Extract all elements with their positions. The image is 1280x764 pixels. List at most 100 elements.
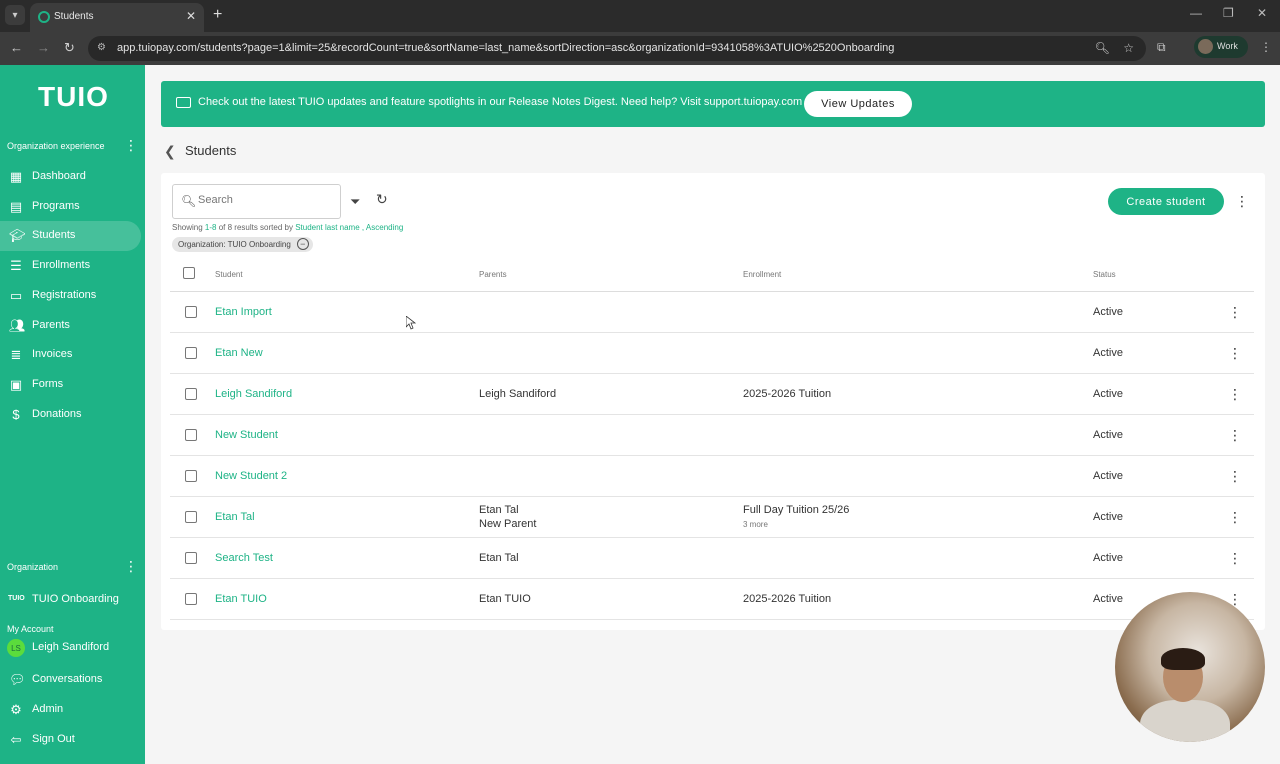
create-student-button[interactable]: Create student — [1108, 188, 1224, 215]
enrollment-more-link[interactable]: 3 more — [743, 520, 768, 529]
org-logo: TUIO — [8, 595, 25, 602]
sidebar-item-admin[interactable]: ⚙ Admin — [0, 695, 141, 725]
url-text[interactable]: app.tuiopay.com/students?page=1&limit=25… — [117, 42, 894, 54]
browser-menu-icon[interactable]: ⋮ — [1260, 40, 1272, 54]
sidebar-item-org[interactable]: TUIO TUIO Onboarding — [0, 585, 141, 615]
sidebar-item-label: Sign Out — [32, 733, 75, 745]
status-cell: Active — [1093, 347, 1123, 359]
minimize-icon[interactable]: — — [1190, 6, 1202, 20]
select-all-checkbox[interactable] — [183, 267, 195, 279]
sidebar-item-enrollments[interactable]: ☰ Enrollments — [0, 251, 141, 281]
sidebar-item-dashboard[interactable]: ▦ Dashboard — [0, 162, 141, 192]
sidebar-item-students[interactable]: 🎓︎ Students — [0, 221, 141, 251]
row-checkbox[interactable] — [185, 470, 197, 482]
sidebar-item-label: Invoices — [32, 348, 73, 360]
row-menu-icon[interactable]: ⋮ — [1228, 304, 1242, 321]
sidebar-item-account[interactable]: LS Leigh Sandiford — [0, 633, 141, 663]
announcement-icon — [176, 97, 191, 108]
forms-icon: ▣ — [9, 377, 23, 392]
status-cell: Active — [1093, 429, 1123, 441]
zoom-icon[interactable]: 🔍︎ — [1095, 41, 1110, 55]
student-link[interactable]: Etan Import — [215, 306, 272, 318]
profile-button[interactable]: Work — [1194, 36, 1248, 58]
site-info-icon[interactable]: ⚙ — [97, 42, 106, 53]
browser-tab-students[interactable]: Students ✕ — [30, 3, 204, 32]
enrollments-icon: ☰ — [10, 258, 22, 273]
sidebar-item-programs[interactable]: ▤ Programs — [0, 192, 141, 222]
sort-field-link[interactable]: Student last name — [295, 223, 359, 232]
profile-avatar — [1198, 39, 1213, 54]
new-tab-icon[interactable]: + — [213, 6, 222, 24]
row-menu-icon[interactable]: ⋮ — [1228, 550, 1242, 567]
bookmark-star-icon[interactable]: ☆ — [1123, 41, 1134, 55]
restore-icon[interactable]: ❐ — [1223, 6, 1234, 20]
row-checkbox[interactable] — [185, 347, 197, 359]
sidebar-item-label: Students — [32, 229, 76, 241]
chat-icon: 💬︎ — [9, 672, 26, 687]
dollar-icon: $ — [12, 407, 20, 422]
sidebar-item-parents[interactable]: 👥︎ Parents — [0, 311, 141, 341]
row-menu-icon[interactable]: ⋮ — [1228, 509, 1242, 526]
row-menu-icon[interactable]: ⋮ — [1228, 386, 1242, 403]
row-checkbox[interactable] — [185, 593, 197, 605]
sidebar-item-donations[interactable]: $ Donations — [0, 400, 141, 430]
student-link[interactable]: New Student 2 — [215, 470, 287, 482]
more-options-icon[interactable]: ⋮ — [1235, 193, 1249, 210]
close-tab-icon[interactable]: ✕ — [186, 9, 196, 23]
organization-menu-icon[interactable]: ⋮ — [124, 558, 138, 575]
tab-search-button[interactable]: ▾ — [5, 5, 25, 25]
column-header-enrollment[interactable]: Enrollment — [743, 270, 781, 279]
filter-chip: Organization: TUIO Onboarding − — [172, 237, 313, 252]
sign-out-icon: ⇦ — [10, 732, 22, 747]
search-box[interactable]: 🔍︎ — [172, 184, 341, 219]
row-checkbox[interactable] — [185, 552, 197, 564]
profile-label: Work — [1217, 41, 1238, 51]
column-header-student[interactable]: Student — [215, 270, 243, 279]
results-summary: Showing 1-8 of 8 results sorted by Stude… — [172, 223, 403, 232]
browser-tabbar: ▾ Students ✕ + — ❐ ✕ — [0, 0, 1280, 32]
results-prefix: Showing — [172, 223, 205, 232]
students-card: 🔍︎ ⏷ ↻ Create student ⋮ Showing 1-8 of 8… — [161, 173, 1265, 630]
remove-filter-icon[interactable]: − — [296, 238, 309, 250]
chevron-left-icon[interactable]: ❮ — [164, 143, 176, 160]
tuio-logo[interactable]: TUIO — [38, 81, 109, 113]
org-experience-menu-icon[interactable]: ⋮ — [124, 137, 138, 154]
filter-chip-label: Organization: TUIO Onboarding — [178, 240, 291, 249]
filter-icon[interactable]: ⏷ — [350, 194, 360, 210]
student-link[interactable]: Etan New — [215, 347, 263, 359]
row-menu-icon[interactable]: ⋮ — [1228, 427, 1242, 444]
row-checkbox[interactable] — [185, 388, 197, 400]
extensions-icon[interactable]: ⧉ — [1157, 40, 1166, 55]
student-link[interactable]: Search Test — [215, 552, 273, 564]
search-input[interactable] — [198, 194, 328, 206]
sidebar-item-registrations[interactable]: ▭ Registrations — [0, 281, 141, 311]
refresh-icon[interactable]: ↻ — [376, 191, 388, 208]
column-header-parents[interactable]: Parents — [479, 270, 507, 279]
view-updates-button[interactable]: View Updates — [804, 91, 912, 117]
student-link[interactable]: New Student — [215, 429, 278, 441]
student-link[interactable]: Leigh Sandiford — [215, 388, 292, 400]
row-checkbox[interactable] — [185, 429, 197, 441]
column-header-status[interactable]: Status — [1093, 270, 1116, 279]
forward-icon[interactable]: → — [37, 40, 50, 55]
sort-direction-link[interactable]: Ascending — [366, 223, 403, 232]
close-window-icon[interactable]: ✕ — [1257, 6, 1267, 20]
parents-icon: 👥︎ — [9, 318, 26, 333]
reload-icon[interactable]: ↻ — [64, 40, 75, 56]
programs-icon: ▤ — [9, 199, 23, 214]
row-checkbox[interactable] — [185, 306, 197, 318]
sidebar-item-forms[interactable]: ▣ Forms — [0, 370, 141, 400]
back-icon[interactable]: ← — [10, 40, 23, 55]
address-bar[interactable]: ⚙ app.tuiopay.com/students?page=1&limit=… — [88, 36, 1146, 61]
status-cell: Active — [1093, 306, 1123, 318]
row-menu-icon[interactable]: ⋮ — [1228, 345, 1242, 362]
row-menu-icon[interactable]: ⋮ — [1228, 468, 1242, 485]
sidebar-item-label: Enrollments — [32, 259, 91, 271]
student-link[interactable]: Etan TUIO — [215, 593, 267, 605]
student-link[interactable]: Etan Tal — [215, 511, 255, 523]
section-label-org-experience: Organization experience — [7, 141, 105, 151]
sidebar-item-sign-out[interactable]: ⇦ Sign Out — [0, 725, 141, 755]
sidebar-item-conversations[interactable]: 💬︎ Conversations — [0, 665, 141, 695]
row-checkbox[interactable] — [185, 511, 197, 523]
sidebar-item-invoices[interactable]: ≣ Invoices — [0, 340, 141, 370]
